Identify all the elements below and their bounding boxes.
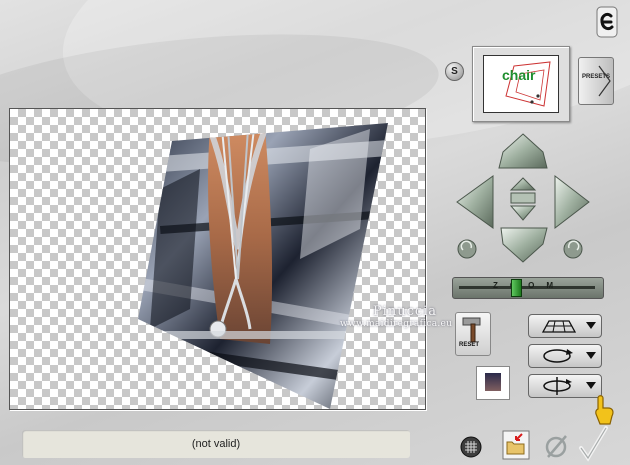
e-logo-icon[interactable] xyxy=(596,6,618,38)
perspective-grid-dropdown[interactable] xyxy=(528,314,602,338)
thumbnail-image xyxy=(485,373,501,391)
settings-s-button[interactable]: S xyxy=(445,62,464,81)
hammer-icon xyxy=(462,317,481,343)
arrow-down-button[interactable] xyxy=(500,227,548,263)
small-down-button[interactable] xyxy=(509,205,537,221)
rotate-loop-icon xyxy=(543,349,573,363)
preview-logo-text: chair xyxy=(502,67,536,83)
arrow-pad xyxy=(455,132,615,267)
checkmark-icon[interactable] xyxy=(578,424,608,465)
reset-label: RESET xyxy=(459,342,480,348)
flip-axis-icon xyxy=(543,377,572,395)
chevron-down-icon xyxy=(586,352,596,359)
status-bar: (not valid) xyxy=(22,430,410,458)
center-handle[interactable] xyxy=(510,192,536,204)
zoom-slider[interactable]: ZOOM xyxy=(452,277,604,299)
perspective-grid-icon xyxy=(541,320,577,333)
presets-button[interactable]: PRESETS xyxy=(578,57,614,105)
distorted-image xyxy=(138,123,388,409)
watermark: Pinuccia www.maidiregrafica.eu xyxy=(340,305,470,331)
rotate-right-button[interactable] xyxy=(563,239,583,259)
zoom-label: ZOOM xyxy=(493,281,565,290)
rotate-mode-dropdown[interactable] xyxy=(528,344,602,368)
rotate-left-button[interactable] xyxy=(457,239,477,259)
open-folder-icon[interactable] xyxy=(502,430,530,463)
preview-thumbnail: chair xyxy=(483,55,559,113)
arrow-right-button[interactable] xyxy=(554,174,590,230)
small-up-button[interactable] xyxy=(509,177,537,191)
watermark-url: www.maidiregrafica.eu xyxy=(340,319,453,329)
image-thumbnail-button[interactable] xyxy=(476,366,510,400)
cancel-icon[interactable] xyxy=(544,432,570,463)
chevron-down-icon xyxy=(586,322,596,329)
image-canvas[interactable] xyxy=(9,108,426,410)
flip-mode-dropdown[interactable] xyxy=(528,374,602,398)
reset-button[interactable]: RESET xyxy=(455,312,491,356)
arrow-left-button[interactable] xyxy=(456,175,494,229)
chevron-down-icon xyxy=(586,382,596,389)
zoom-knob[interactable] xyxy=(511,279,523,297)
chevron-right-icon xyxy=(598,65,611,97)
preview-frame[interactable]: chair xyxy=(472,46,570,122)
arrow-up-button[interactable] xyxy=(498,133,548,169)
grid-icon[interactable] xyxy=(460,436,482,461)
watermark-name: Pinuccia xyxy=(372,304,438,319)
